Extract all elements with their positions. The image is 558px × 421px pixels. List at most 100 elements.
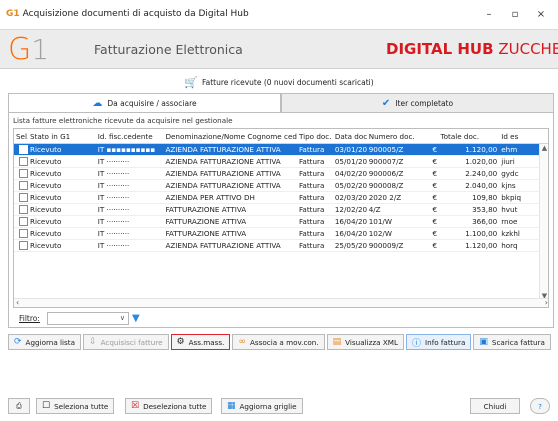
row-checkbox[interactable]	[14, 240, 28, 251]
ass-mass-label: Ass.mass.	[188, 337, 225, 347]
row-checkbox[interactable]	[14, 156, 28, 167]
save-icon: ▣	[479, 337, 488, 347]
col-sel[interactable]: Sel.	[14, 129, 28, 143]
row-checkbox[interactable]	[14, 180, 28, 191]
seleziona-tutte-button[interactable]: ☐ Seleziona tutte	[36, 398, 115, 414]
filter-dropdown[interactable]: ∨	[47, 312, 129, 325]
cell-tipo-doc: Fattura	[298, 193, 325, 202]
tab-iter-completato[interactable]: ✔ Iter completato	[281, 93, 554, 113]
table-row[interactable]: Ricevuto IT ▪▪▪▪▪▪▪▪▪▪ AZIENDA FATTURAZION…	[14, 144, 548, 156]
deseleziona-tutte-label: Deseleziona tutte	[143, 401, 207, 411]
xml-file-icon: ▤	[332, 337, 342, 347]
chevron-down-icon[interactable]: ∨	[120, 314, 125, 322]
cell-denominazione: AZIENDA FATTURAZIONE ATTIVA	[165, 169, 281, 178]
info-fattura-button[interactable]: ⓘ Info fattura	[406, 334, 472, 350]
checkbox-icon: ☐	[42, 401, 51, 411]
cell-numero-doc: 900005/Z	[368, 145, 404, 154]
col-stato[interactable]: Stato in G1	[28, 129, 96, 143]
checkbox[interactable]	[19, 169, 28, 178]
maximize-button[interactable]: ▫	[502, 0, 528, 28]
checkbox[interactable]	[19, 205, 28, 214]
col-numero-doc[interactable]: Numero doc.	[367, 129, 431, 143]
logo-1: 1	[31, 33, 50, 66]
cell-currency: €	[432, 181, 438, 190]
cell-currency: €	[432, 241, 438, 250]
col-tipo-doc[interactable]: Tipo doc.	[297, 129, 333, 143]
download-status: 🛒 Fatture ricevute (0 nuovi documenti sc…	[0, 72, 558, 92]
cell-data-doc: 16/04/20	[334, 229, 367, 238]
horizontal-scrollbar[interactable]: ‹ ›	[14, 298, 548, 307]
filter-label: Filtro:	[19, 314, 40, 323]
cell-totale-doc: 1.120,00	[465, 241, 498, 250]
row-checkbox[interactable]	[14, 192, 28, 203]
checkbox[interactable]	[19, 157, 28, 166]
associa-mov-con-button[interactable]: ∞ Associa a mov.con.	[232, 334, 325, 350]
col-data-doc[interactable]: Data doc.	[333, 129, 367, 143]
cell-denominazione: FATTURAZIONE ATTIVA	[165, 217, 247, 226]
download-cloud-icon: ☁	[92, 97, 103, 109]
cell-stato: Ricevuto	[29, 205, 62, 214]
cell-data-doc: 05/01/20	[334, 157, 367, 166]
checkbox[interactable]	[19, 193, 28, 202]
digital-hub-brand: DIGITAL HUB ZUCCHETTI	[386, 40, 558, 58]
col-denominazione[interactable]: Denominazione/Nome Cognome ced.	[163, 129, 296, 143]
cell-stato: Ricevuto	[29, 169, 62, 178]
table-row[interactable]: Ricevuto IT ·········· AZIENDA FATTURAZION…	[14, 156, 548, 168]
app-icon: G1	[6, 9, 20, 19]
table-row[interactable]: Ricevuto IT ·········· AZIENDA FATTURAZION…	[14, 180, 548, 192]
col-currency	[430, 129, 438, 143]
table-row[interactable]: Ricevuto IT ·········· AZIENDA FATTURAZION…	[14, 240, 548, 252]
cell-stato: Ricevuto	[29, 217, 62, 226]
table-row[interactable]: Ricevuto IT ·········· AZIENDA PER ATTIVO …	[14, 192, 548, 204]
row-checkbox[interactable]	[14, 144, 28, 155]
cell-numero-doc: 4/Z	[368, 205, 381, 214]
col-id-es[interactable]: Id es	[499, 129, 548, 143]
col-totale-doc[interactable]: Totale doc.	[438, 129, 499, 143]
cell-data-doc: 04/02/20	[334, 169, 367, 178]
filter-funnel-icon[interactable]: ▼	[132, 313, 140, 324]
help-icon: ?	[538, 401, 542, 411]
table-row[interactable]: Ricevuto IT ·········· FATTURAZIONE ATTIVA…	[14, 216, 548, 228]
checkbox[interactable]	[19, 241, 28, 250]
checkbox[interactable]	[19, 229, 28, 238]
vertical-scrollbar[interactable]: ▲ ▼	[539, 144, 548, 300]
cell-totale-doc: 2.240,00	[465, 169, 498, 178]
deseleziona-tutte-button[interactable]: ☒ Deseleziona tutte	[125, 398, 213, 414]
table-row[interactable]: Ricevuto IT ·········· FATTURAZIONE ATTIVA…	[14, 228, 548, 240]
ass-mass-button[interactable]: ⚙ Ass.mass.	[170, 334, 231, 350]
aggiorna-lista-button[interactable]: ⟳ Aggiorna lista	[8, 334, 82, 350]
col-id-fiscale[interactable]: Id. fisc.cedente	[96, 129, 164, 143]
minimize-button[interactable]: –	[476, 0, 502, 28]
checkbox[interactable]	[19, 181, 28, 190]
checkbox[interactable]	[19, 217, 28, 226]
acquisisci-fatture-button[interactable]: ⇩ Acquisisci fatture	[83, 334, 169, 350]
print-button[interactable]: ⎙	[8, 398, 30, 414]
row-checkbox[interactable]	[14, 204, 28, 215]
help-button[interactable]: ?	[530, 398, 550, 414]
cell-stato: Ricevuto	[29, 145, 62, 154]
invoice-grid: Sel. Stato in G1 Id. fisc.cedente Denomi…	[13, 128, 549, 308]
cell-numero-doc: 2020 2/Z	[368, 193, 402, 202]
brand-bold: DIGITAL HUB	[386, 40, 494, 58]
associa-mov-con-label: Associa a mov.con.	[249, 337, 319, 347]
window-title: Acquisizione documenti di acquisto da Di…	[22, 9, 249, 19]
chiudi-button[interactable]: Chiudi	[470, 398, 520, 414]
scroll-left-icon[interactable]: ‹	[16, 298, 19, 307]
visualizza-xml-button[interactable]: ▤ Visualizza XML	[326, 334, 404, 350]
scroll-right-icon[interactable]: ›	[545, 298, 548, 307]
row-checkbox[interactable]	[14, 168, 28, 179]
table-row[interactable]: Ricevuto IT ·········· AZIENDA FATTURAZION…	[14, 168, 548, 180]
close-button[interactable]: ×	[528, 0, 554, 28]
scarica-fattura-button[interactable]: ▣ Scarica fattura	[473, 334, 551, 350]
cell-denominazione: AZIENDA FATTURAZIONE ATTIVA	[165, 241, 281, 250]
aggiorna-griglie-button[interactable]: ▦ Aggiorna griglie	[221, 398, 303, 414]
row-checkbox[interactable]	[14, 228, 28, 239]
acquisisci-fatture-label: Acquisisci fatture	[100, 337, 163, 347]
table-row[interactable]: Ricevuto IT ·········· FATTURAZIONE ATTIVA…	[14, 204, 548, 216]
tab-da-acquisire[interactable]: ☁ Da acquisire / associare	[8, 93, 281, 113]
cell-data-doc: 25/05/20	[334, 241, 367, 250]
row-checkbox[interactable]	[14, 216, 28, 227]
checkbox[interactable]	[19, 145, 28, 154]
scroll-up-icon[interactable]: ▲	[540, 144, 548, 152]
cell-denominazione: AZIENDA FATTURAZIONE ATTIVA	[165, 157, 281, 166]
